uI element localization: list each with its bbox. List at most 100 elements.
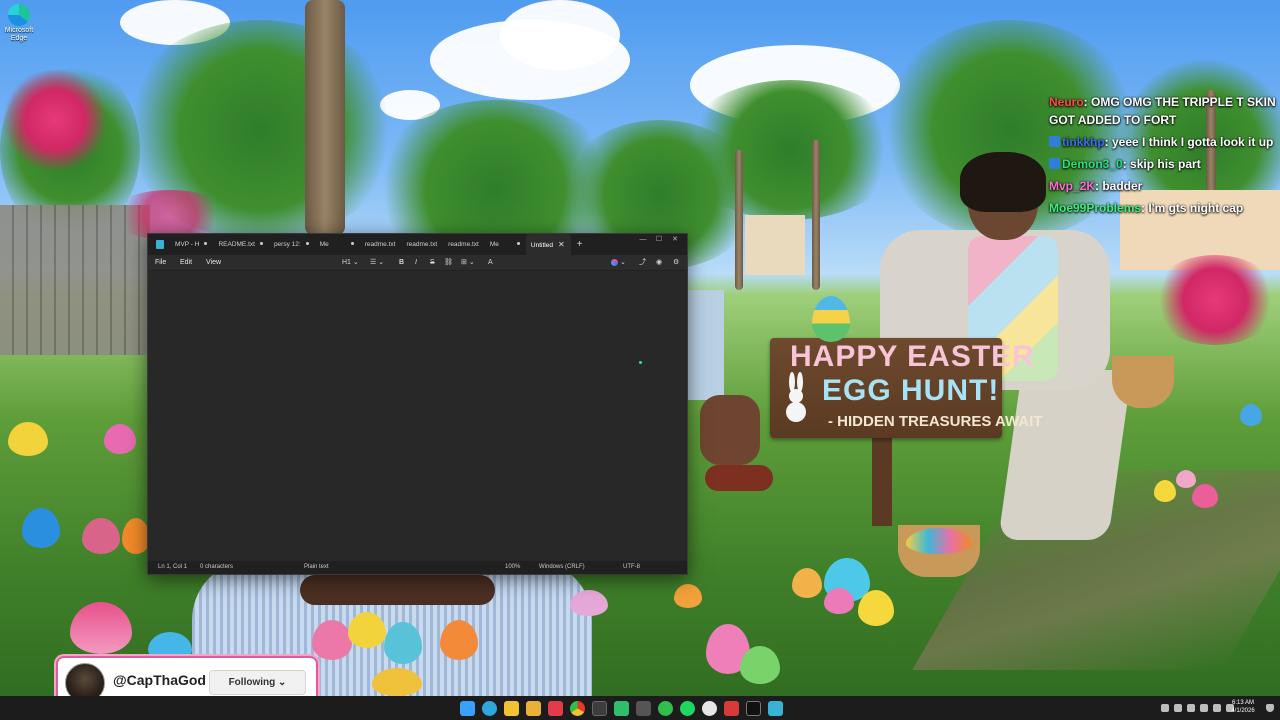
unsaved-dot-icon [259,242,263,245]
menu-view[interactable]: View [206,255,221,270]
tab[interactable]: readme.txt [401,234,443,255]
line-ending[interactable]: Windows (CRLF) [539,561,585,574]
chat-username: tinkkhp [1062,135,1105,149]
easter-egg [570,590,608,616]
bold-button[interactable]: B [399,255,404,270]
spotify-icon[interactable] [680,700,695,716]
strikethrough-button[interactable]: S [430,255,435,270]
chat-username: Mvp_2K [1049,179,1096,193]
chat-text: : OMG OMG THE TRIPPLE T SKIN GOT ADDED T… [1049,95,1276,127]
tab[interactable]: readme.txt [443,234,485,255]
taskbar-clock[interactable]: 6:13 AM 4/1/2026 [1228,699,1258,715]
file-explorer-icon[interactable] [504,700,519,716]
new-tab-button[interactable]: + [571,234,589,255]
chrome-icon[interactable] [570,700,585,716]
network-icon[interactable] [1199,704,1208,712]
notepad-window[interactable]: MVP - H README.txt persy 12: Me readme.t… [147,233,688,575]
easter-egg [384,622,422,664]
chevron-down-icon: ⌄ [378,259,385,266]
tab[interactable]: README.txt [213,234,268,255]
tray-app-icon[interactable] [1173,704,1182,712]
unsaved-dot-icon [350,242,354,245]
tab-label: readme.txt [448,241,479,248]
terminal-icon[interactable] [592,700,607,716]
desktop-icon-edge[interactable]: Microsoft Edge [2,2,36,43]
easter-egg [812,296,850,342]
tab-active[interactable]: Untitled ✕ [525,234,571,255]
chat-text: : skip his part [1122,157,1201,171]
tab[interactable]: persy 12: [269,234,315,255]
chat-text: : I'm gts night cap [1141,201,1244,215]
menu-edit[interactable]: Edit [180,255,192,270]
start-icon[interactable] [460,700,475,716]
cloud [500,0,620,70]
unsaved-dot-icon [204,242,208,245]
clear-formatting-button[interactable]: A [488,255,493,270]
palm-trunk [305,0,345,235]
folder-icon[interactable] [526,700,541,716]
text-format[interactable]: Plain text [304,561,329,574]
chevron-down-icon: ⌄ [352,259,359,266]
tab[interactable]: Me [485,234,526,255]
close-tab-icon[interactable]: ✕ [558,240,565,249]
running-person-hair [960,152,1046,212]
account-icon[interactable]: ◉ [656,255,662,270]
bold-icon: B [399,259,405,266]
heading-label: H1 [342,259,351,266]
table-button[interactable]: ⊞ ⌄ [461,255,475,270]
following-label: Following [228,677,276,688]
telegram-icon[interactable] [482,700,497,716]
obs-icon[interactable] [702,700,717,716]
tab[interactable]: readme.txt [360,234,402,255]
easter-egg [8,422,48,456]
volume-icon[interactable] [1212,704,1221,712]
subscriber-badge-icon [1049,158,1060,169]
chevron-down-icon[interactable]: ⌄ [620,255,626,270]
title-bar[interactable]: MVP - H README.txt persy 12: Me readme.t… [148,234,687,255]
notification-bell-icon[interactable] [1266,704,1274,712]
bunny-icon [786,372,806,422]
copilot-icon[interactable] [611,259,618,266]
link-button[interactable]: ⛓ [444,255,453,270]
share-icon[interactable]: ⤴ [639,255,646,270]
list-button[interactable]: ☰ ⌄ [370,255,384,270]
zoom-level[interactable]: 100% [505,561,520,574]
easter-egg [22,508,60,548]
calculator-icon[interactable] [636,700,651,716]
chevron-up-icon[interactable] [1160,704,1169,712]
notepad-icon[interactable] [768,700,783,716]
italic-button[interactable]: I [415,255,417,270]
unsaved-dot-icon [305,242,309,245]
easter-egg [1176,470,1196,488]
taskbar: 6:13 AM 4/1/2026 [0,696,1280,720]
encoding[interactable]: UTF-8 [623,561,640,574]
character-count: 0 characters [200,564,234,570]
easter-egg [858,590,894,626]
tray-app-icon[interactable] [1186,704,1195,712]
sign-line-2: EGG HUNT! [822,374,1000,407]
tab[interactable]: MVP - H [170,234,213,255]
following-button[interactable]: Following ⌄ [209,670,306,695]
tab-strip: MVP - H README.txt persy 12: Me readme.t… [170,234,589,255]
minimize-button[interactable]: — [635,234,651,248]
palm-tree [680,80,900,220]
maximize-button[interactable]: ☐ [651,234,667,248]
xbox-icon[interactable] [658,700,673,716]
list-icon: ☰ [370,259,377,266]
tab-label: MVP - H [175,241,200,248]
x-icon[interactable] [746,700,761,716]
heading-dropdown[interactable]: H1 ⌄ [342,255,359,270]
tab-label: Me [319,241,329,248]
text-editor[interactable] [148,271,687,560]
roblox-icon[interactable] [724,700,739,716]
easter-egg [1154,480,1176,502]
settings-gear-icon[interactable]: ⚙ [673,255,679,270]
app-red-icon[interactable] [548,700,563,716]
app-green-icon[interactable] [614,700,629,716]
easter-egg [906,528,972,554]
table-icon: ⊞ [461,259,467,266]
close-button[interactable]: ✕ [667,234,683,248]
tab[interactable]: Me [315,234,360,255]
menu-file[interactable]: File [155,255,166,270]
palm-trunk [812,140,820,290]
